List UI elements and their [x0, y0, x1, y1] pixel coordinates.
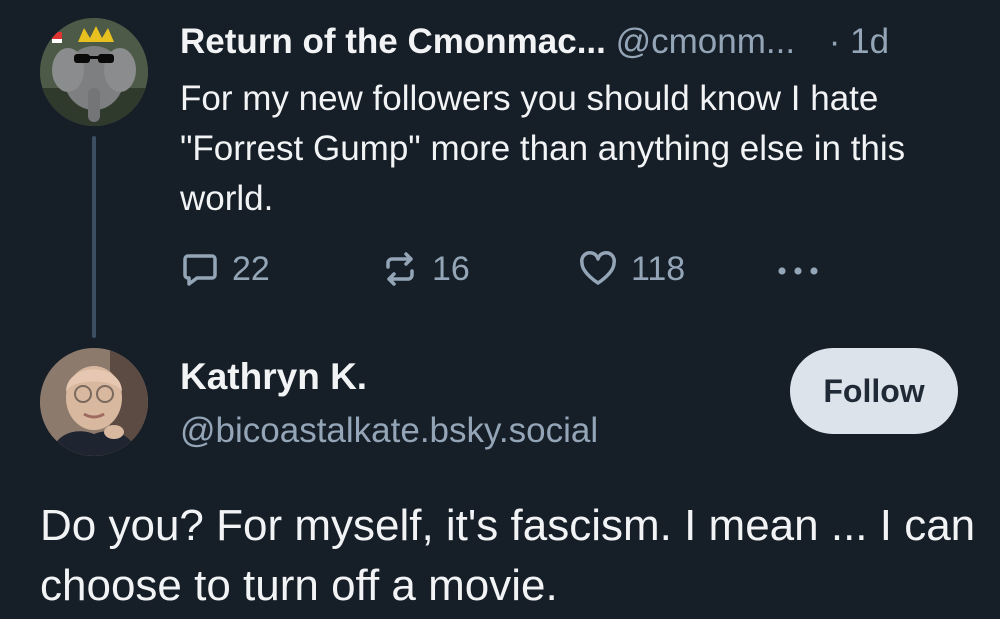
elephant-avatar-image	[40, 18, 148, 126]
post1-actions: 22 16 118	[180, 245, 880, 293]
post2-text: Do you? For myself, it's fascism. I mean…	[40, 501, 976, 610]
post1-header: Return of the Cmonmac... @cmonm... · 1d	[180, 18, 970, 66]
thread-line	[92, 136, 96, 338]
person-avatar-image	[40, 348, 148, 456]
like-button[interactable]: 118	[577, 245, 685, 293]
repost-icon	[386, 252, 414, 286]
avatar-cmonmac[interactable]	[40, 18, 148, 126]
more-options-button[interactable]	[774, 245, 834, 293]
speech-bubble-icon	[183, 254, 217, 286]
repost-count: 16	[432, 249, 470, 288]
post2-handle[interactable]: @bicoastalkate.bsky.social	[180, 406, 598, 456]
post1-handle[interactable]: @cmonm...	[616, 22, 795, 61]
post1-text: For my new followers you should know I h…	[180, 79, 906, 218]
follow-button[interactable]: Follow	[790, 348, 958, 434]
heart-icon	[580, 251, 616, 285]
like-count: 118	[631, 249, 686, 288]
reply-count: 22	[232, 249, 270, 288]
repost-button[interactable]: 16	[380, 245, 470, 293]
post1-author-name[interactable]: Return of the Cmonmac...	[180, 22, 606, 61]
reply-button[interactable]: 22	[180, 245, 270, 293]
avatar-kathryn[interactable]	[40, 348, 148, 456]
ellipsis-icon	[778, 267, 818, 275]
post1-timestamp[interactable]: · 1d	[829, 22, 889, 61]
post2-author-name[interactable]: Kathryn K.	[180, 352, 367, 402]
